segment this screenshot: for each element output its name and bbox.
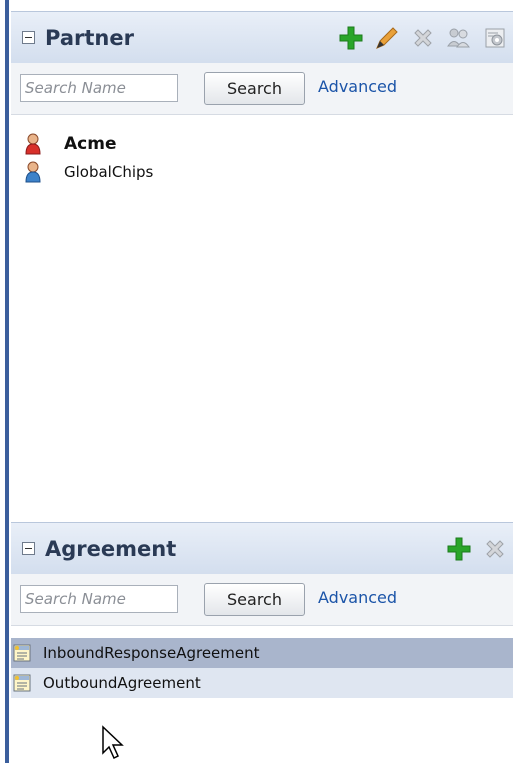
agreement-advanced-link[interactable]: Advanced bbox=[318, 588, 397, 607]
delete-icon[interactable] bbox=[477, 537, 513, 561]
partner-search-button[interactable]: Search bbox=[204, 72, 305, 105]
agreement-list: InboundResponseAgreement OutboundAgreeme… bbox=[11, 626, 513, 763]
agreement-collapse-icon[interactable] bbox=[22, 542, 35, 555]
agreement-list-item[interactable]: InboundResponseAgreement bbox=[11, 638, 513, 668]
partner-advanced-link[interactable]: Advanced bbox=[318, 77, 397, 96]
partner-list-item[interactable]: GlobalChips bbox=[11, 158, 513, 186]
delete-icon[interactable] bbox=[405, 26, 441, 50]
frame-left-border bbox=[0, 0, 11, 763]
partner-search-bar: Search Advanced bbox=[11, 63, 513, 115]
partner-search-input[interactable] bbox=[20, 74, 178, 102]
add-icon[interactable] bbox=[441, 536, 477, 562]
mouse-pointer-icon bbox=[101, 725, 127, 765]
partner-collapse-icon[interactable] bbox=[22, 31, 35, 44]
agreement-search-button[interactable]: Search bbox=[204, 583, 305, 616]
agreement-search-bar: Search Advanced bbox=[11, 574, 513, 626]
partner-item-label: GlobalChips bbox=[64, 163, 154, 181]
agreement-search-input[interactable] bbox=[20, 585, 178, 613]
partner-item-label: Acme bbox=[64, 134, 117, 154]
partner-toolbar bbox=[333, 12, 513, 63]
user-red-icon bbox=[24, 133, 46, 155]
partner-list: Acme GlobalChips bbox=[11, 115, 513, 515]
users-icon[interactable] bbox=[441, 26, 477, 50]
agreement-list-item[interactable]: OutboundAgreement bbox=[11, 668, 513, 698]
partner-panel-title: Partner bbox=[45, 25, 134, 50]
agreement-toolbar bbox=[441, 523, 513, 574]
partner-list-item[interactable]: Acme bbox=[11, 130, 513, 158]
agreement-item-label: InboundResponseAgreement bbox=[43, 644, 260, 662]
agreement-panel-title: Agreement bbox=[45, 536, 177, 561]
partner-panel: Partner Search Advanced bbox=[11, 0, 513, 515]
agreement-icon bbox=[13, 674, 33, 692]
user-blue-icon bbox=[24, 161, 46, 183]
agreement-item-label: OutboundAgreement bbox=[43, 674, 201, 692]
agreement-panel: Agreement Search Advanced InboundRespons… bbox=[11, 515, 513, 763]
partner-panel-header: Partner bbox=[11, 11, 513, 64]
add-icon[interactable] bbox=[333, 25, 369, 51]
settings-icon[interactable] bbox=[477, 26, 513, 50]
agreement-panel-header: Agreement bbox=[11, 522, 513, 575]
edit-icon[interactable] bbox=[369, 25, 405, 51]
agreement-icon bbox=[13, 644, 33, 662]
